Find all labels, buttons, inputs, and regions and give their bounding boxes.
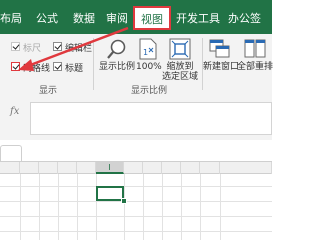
column-header[interactable] (220, 162, 272, 174)
gridline (96, 174, 97, 240)
zoom-to-selection-button[interactable]: 缩放到 选定区域 (160, 36, 200, 82)
active-cell[interactable] (96, 186, 124, 201)
column-header-i[interactable]: I (96, 162, 124, 174)
magnifier-icon (107, 39, 126, 59)
column-header[interactable] (58, 162, 77, 174)
arrange-all-icon (244, 39, 266, 58)
column-header[interactable] (143, 162, 162, 174)
column-header[interactable] (20, 162, 39, 174)
column-header[interactable] (181, 162, 200, 174)
zoom-group-label: 显示比例 (131, 86, 168, 96)
arrange-all-button[interactable]: 全部重排 (237, 36, 274, 82)
zoom-selection-icon (169, 38, 191, 60)
column-header[interactable] (200, 162, 220, 174)
gridline (181, 174, 182, 240)
gridline (39, 174, 40, 240)
zoom-100-icon: 1 (139, 38, 157, 60)
fx-icon[interactable]: fx (10, 106, 19, 117)
gridline (220, 174, 221, 240)
gridline (77, 174, 78, 240)
new-window-button[interactable]: 新建窗口 (203, 36, 240, 82)
zoom-selection-label-1: 缩放到 (166, 62, 194, 72)
column-header[interactable] (39, 162, 58, 174)
zoom-button-label: 显示比例 (98, 62, 135, 72)
sheet-corner-tab[interactable] (0, 145, 22, 161)
svg-text:1: 1 (143, 48, 148, 57)
new-window-icon (209, 39, 230, 58)
gridline (0, 201, 272, 202)
new-window-label: 新建窗口 (203, 62, 240, 72)
gridline (58, 174, 59, 240)
zoom-100-button[interactable]: 1 100% (136, 36, 162, 82)
formula-input[interactable] (30, 102, 272, 135)
zoom-selection-label-2: 选定区域 (161, 72, 198, 82)
fill-handle[interactable] (121, 198, 127, 204)
column-header[interactable] (0, 162, 20, 174)
gridline (124, 174, 125, 240)
column-header[interactable] (77, 162, 96, 174)
column-header[interactable] (124, 162, 143, 174)
gridline (143, 174, 144, 240)
gridline (0, 231, 272, 232)
zoom-button[interactable]: 显示比例 (97, 36, 137, 82)
gridline (20, 174, 21, 240)
gridline (0, 216, 272, 217)
gridline (162, 174, 163, 240)
column-header[interactable] (162, 162, 181, 174)
arrange-all-label: 全部重排 (237, 62, 274, 72)
gridline (0, 186, 272, 187)
gridline (200, 174, 201, 240)
zoom-100-label: 100% (136, 62, 162, 72)
worksheet-area (0, 140, 272, 240)
